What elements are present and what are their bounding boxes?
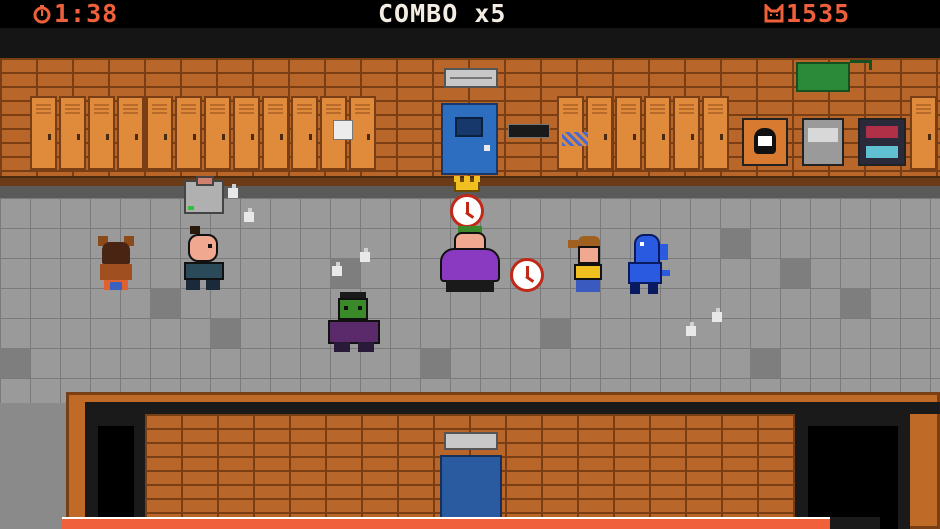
- message-bar: [62, 517, 830, 529]
- cat-face-icon: [764, 0, 784, 28]
- floor-tile: [780, 258, 810, 288]
- game-screen[interactable]: 1:38 COMBO x5 1535: [0, 0, 940, 529]
- cat-poster: [742, 118, 788, 166]
- crown-icon: [452, 176, 482, 194]
- floor-tile: [0, 348, 30, 378]
- locker[interactable]: [586, 96, 613, 170]
- locker[interactable]: [117, 96, 144, 170]
- floor-tile: [540, 318, 570, 348]
- hud-bar: 1:38 COMBO x5 1535: [0, 0, 940, 28]
- door-nameplate: [508, 124, 550, 138]
- monster-icon[interactable]: [326, 292, 382, 352]
- locker[interactable]: [615, 96, 642, 170]
- locker[interactable]: [30, 96, 57, 170]
- paper-debris: [228, 184, 238, 198]
- locker[interactable]: [175, 96, 202, 170]
- stopwatch-icon: [32, 0, 52, 28]
- locker[interactable]: [233, 96, 260, 170]
- speaker-cord: [850, 60, 872, 70]
- dust-puff: [686, 322, 696, 336]
- locker[interactable]: [702, 96, 729, 170]
- air-vent: [444, 68, 498, 88]
- ceiling-strip: [0, 28, 940, 60]
- band-poster: [858, 118, 906, 166]
- message-bar-end: [830, 517, 880, 529]
- locker[interactable]: [59, 96, 86, 170]
- gray-poster: [802, 118, 844, 166]
- intercom-speaker: [796, 62, 850, 92]
- locker[interactable]: [910, 96, 937, 170]
- doorway-dark: [808, 426, 898, 529]
- combo-display: COMBO x5: [378, 0, 506, 28]
- combo-label: COMBO: [378, 0, 459, 28]
- score: 1535: [764, 0, 850, 28]
- kid-icon[interactable]: [568, 236, 608, 294]
- dust-puff: [712, 308, 722, 322]
- floor-tile: [150, 288, 180, 318]
- floor-tile: [720, 228, 750, 258]
- locker[interactable]: [204, 96, 231, 170]
- locker[interactable]: [673, 96, 700, 170]
- timer: 1:38: [32, 0, 118, 28]
- dino-icon[interactable]: [626, 234, 672, 294]
- classroom-door[interactable]: [441, 103, 498, 175]
- clock-icon[interactable]: [450, 194, 484, 228]
- graffiti-scribble: [562, 132, 588, 146]
- locker[interactable]: [349, 96, 376, 170]
- score-value: 1535: [786, 0, 851, 28]
- locker[interactable]: [644, 96, 671, 170]
- door-window: [455, 117, 483, 137]
- floor-tile: [750, 348, 780, 378]
- note-on-locker: [333, 120, 353, 140]
- doorway-dark: [98, 426, 134, 529]
- dust-puff: [332, 262, 342, 276]
- teacher-icon[interactable]: [440, 226, 500, 294]
- timer-value: 1:38: [54, 0, 119, 28]
- kid-icon[interactable]: [96, 236, 138, 292]
- locker[interactable]: [291, 96, 318, 170]
- locker[interactable]: [146, 96, 173, 170]
- door-knob: [484, 145, 490, 151]
- paper-debris: [244, 208, 254, 222]
- floor-tile: [840, 288, 870, 318]
- floor-tile: [420, 348, 450, 378]
- trash-can-icon[interactable]: [184, 176, 226, 222]
- air-vent: [444, 432, 498, 450]
- combo-multiplier: x5: [474, 0, 507, 28]
- locker[interactable]: [88, 96, 115, 170]
- kid-icon[interactable]: [180, 226, 230, 292]
- dust-puff: [360, 248, 370, 262]
- locker[interactable]: [262, 96, 289, 170]
- floor-tile: [210, 318, 240, 348]
- clock-icon[interactable]: [510, 258, 544, 292]
